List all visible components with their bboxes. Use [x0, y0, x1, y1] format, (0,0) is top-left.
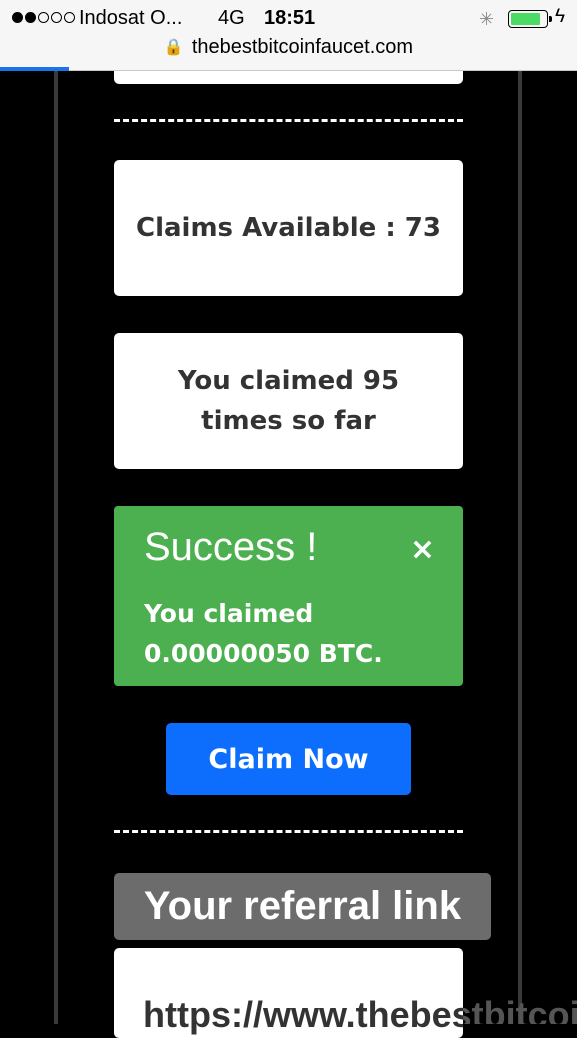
- dashed-divider: [114, 119, 463, 122]
- previous-card-bottom: [114, 71, 463, 84]
- browser-top-bar: Indosat O... 4G 18:51 ✳ ϟ 🔒 thebestbitcoi…: [0, 0, 577, 71]
- claims-available-text: Claims Available : 73: [136, 213, 441, 243]
- dashed-divider: [114, 830, 463, 833]
- address-bar[interactable]: 🔒 thebestbitcoinfaucet.com: [0, 36, 577, 64]
- status-time: 18:51: [264, 7, 316, 29]
- claims-count-card: You claimed 95 times so far: [114, 333, 463, 469]
- referral-link[interactable]: https://www.thebestbitcoi: [143, 994, 463, 1036]
- status-bar: Indosat O... 4G 18:51 ✳ ϟ: [0, 6, 577, 32]
- referral-link-overflow: https://www.thebestbitcoi: [463, 948, 577, 1024]
- referral-heading: Your referral link: [114, 873, 491, 940]
- claims-count-text: You claimed 95 times so far: [177, 366, 400, 436]
- close-icon[interactable]: ×: [410, 532, 435, 567]
- left-column-border: [54, 71, 58, 1024]
- right-column-border: [518, 71, 522, 1024]
- alert-message: You claimed 0.00000050 BTC.: [144, 599, 383, 668]
- success-alert: Success ! × You claimed 0.00000050 BTC.: [114, 506, 463, 686]
- claims-available-card: Claims Available : 73: [114, 160, 463, 296]
- referral-link-card: https://www.thebestbitcoi: [114, 948, 463, 1038]
- alert-title: Success !: [144, 525, 318, 569]
- referral-link-overflow-text: https://www.thebestbitcoi: [463, 994, 577, 1024]
- lock-icon: 🔒: [163, 39, 184, 56]
- activity-spinner-icon: ✳: [479, 9, 495, 29]
- network-type: 4G: [218, 7, 245, 29]
- url-text: thebestbitcoinfaucet.com: [191, 36, 414, 58]
- signal-strength-icon: [12, 12, 75, 23]
- carrier-name: Indosat O...: [79, 7, 183, 29]
- charging-bolt-icon: ϟ: [555, 6, 566, 27]
- claim-now-button[interactable]: Claim Now: [166, 723, 411, 795]
- battery-icon: [508, 10, 552, 28]
